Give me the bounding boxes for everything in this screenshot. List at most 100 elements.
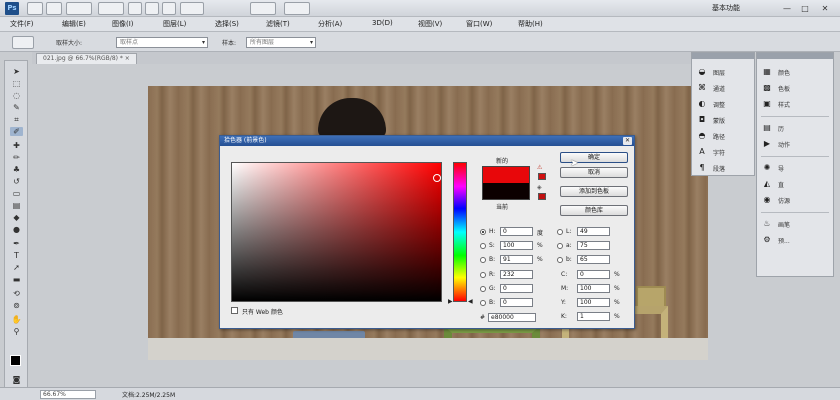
- dodge-tool-icon[interactable]: ●: [10, 225, 23, 234]
- zoom-field[interactable]: 66.67%: [40, 390, 96, 399]
- panel-item-styles[interactable]: ▣ 样式: [762, 98, 812, 110]
- maximize-icon[interactable]: □: [798, 3, 812, 14]
- cyan-input[interactable]: 0: [577, 270, 610, 279]
- blue-radio[interactable]: [480, 300, 486, 306]
- lab-a-radio[interactable]: [557, 243, 563, 249]
- quick-mask-icon[interactable]: ◙: [10, 375, 23, 384]
- sample-select[interactable]: 所有图层 ▾: [246, 37, 316, 48]
- hex-input[interactable]: e80000: [488, 313, 536, 322]
- panel-item-navigator[interactable]: ✺ 导: [762, 162, 812, 174]
- menu-file[interactable]: 文件(F): [10, 19, 34, 29]
- close-icon[interactable]: ✕: [818, 3, 832, 14]
- lab-l-input[interactable]: 49: [577, 227, 610, 236]
- crop-tool-icon[interactable]: ⌗: [10, 115, 23, 124]
- clone-stamp-tool-icon[interactable]: ♣: [10, 165, 23, 174]
- gradient-tool-icon[interactable]: ▤: [10, 201, 23, 210]
- panel-item-character[interactable]: A 字符: [697, 146, 747, 158]
- saturation-input[interactable]: 100: [500, 241, 533, 250]
- panel-item-brushes[interactable]: ♨ 画笔: [762, 218, 812, 230]
- red-radio[interactable]: [480, 272, 486, 278]
- hand-tool-icon[interactable]: [128, 2, 142, 15]
- panel-header[interactable]: [757, 53, 833, 59]
- red-input[interactable]: 232: [500, 270, 533, 279]
- hand-tool-icon[interactable]: ✋: [10, 315, 23, 324]
- view-extras-button[interactable]: [66, 2, 92, 15]
- move-tool-icon[interactable]: ➤: [10, 67, 23, 76]
- workspace-switcher[interactable]: 基本功能: [712, 3, 740, 13]
- hue-slider[interactable]: [453, 162, 467, 302]
- hue-radio[interactable]: [480, 229, 486, 235]
- menu-image[interactable]: 图像(I): [112, 19, 134, 29]
- quick-select-tool-icon[interactable]: ✎: [10, 103, 23, 112]
- panel-item-paths[interactable]: ◓ 路径: [697, 130, 747, 142]
- menu-analysis[interactable]: 分析(A): [318, 19, 342, 29]
- panel-item-masks[interactable]: ◘ 蒙版: [697, 114, 747, 126]
- blur-tool-icon[interactable]: ◆: [10, 213, 23, 222]
- hue-slider-arrow-icon[interactable]: ◀: [468, 298, 473, 305]
- panel-item-adjustments[interactable]: ◐ 调整: [697, 98, 747, 110]
- menu-window[interactable]: 窗口(W): [466, 19, 492, 29]
- menu-select[interactable]: 选择(S): [215, 19, 239, 29]
- panel-header[interactable]: [692, 53, 754, 59]
- menu-3d[interactable]: 3D(D): [372, 19, 393, 27]
- close-icon[interactable]: ✕: [623, 137, 632, 145]
- rotate-view-icon[interactable]: [162, 2, 176, 15]
- panel-item-tool-presets[interactable]: ⚙ 预...: [762, 234, 812, 246]
- web-colors-only-checkbox[interactable]: [231, 307, 238, 314]
- document-tab[interactable]: 021.jpg @ 66.7%(RGB/8) * ×: [36, 53, 137, 64]
- menu-edit[interactable]: 编辑(E): [62, 19, 86, 29]
- shape-tool-icon[interactable]: ▬: [10, 275, 23, 284]
- panel-item-paragraph[interactable]: ¶ 段落: [697, 162, 747, 174]
- history-brush-tool-icon[interactable]: ↺: [10, 177, 23, 186]
- menu-layer[interactable]: 图层(L): [163, 19, 186, 29]
- foreground-color-swatch[interactable]: [10, 355, 21, 366]
- magenta-input[interactable]: 100: [577, 284, 610, 293]
- zoom-tool-icon[interactable]: ⚲: [10, 327, 23, 336]
- path-select-tool-icon[interactable]: ➚: [10, 263, 23, 272]
- color-field-marker[interactable]: [433, 174, 441, 182]
- current-color-swatch[interactable]: [482, 183, 530, 200]
- panel-item-histogram[interactable]: ◭ 直: [762, 178, 812, 190]
- arrange-documents-button[interactable]: [250, 2, 276, 15]
- add-to-swatches-button[interactable]: 添加到色板: [560, 186, 628, 197]
- brightness-radio[interactable]: [480, 257, 486, 263]
- lab-l-radio[interactable]: [557, 229, 563, 235]
- panel-item-swatches[interactable]: ▩ 色板: [762, 82, 812, 94]
- type-tool-icon[interactable]: T: [10, 251, 23, 260]
- sample-size-select[interactable]: 取样点 ▾: [116, 37, 208, 48]
- hue-input[interactable]: 0: [500, 227, 533, 236]
- black-input[interactable]: 1: [577, 312, 610, 321]
- zoom-level-button[interactable]: [98, 2, 124, 15]
- not-web-safe-icon[interactable]: ◈: [537, 184, 545, 191]
- panel-item-color[interactable]: ▦ 颜色: [762, 66, 812, 78]
- brush-tool-icon[interactable]: ✏: [10, 153, 23, 162]
- hue-slider-arrow-icon[interactable]: ▶: [448, 298, 453, 305]
- screen-mode-button[interactable]: [284, 2, 310, 15]
- lab-b-input[interactable]: 65: [577, 255, 610, 264]
- panel-item-layers[interactable]: ◒ 图层: [697, 66, 747, 78]
- green-input[interactable]: 0: [500, 284, 533, 293]
- gamut-color-swatch[interactable]: [538, 173, 546, 180]
- mini-bridge-button[interactable]: [46, 2, 62, 15]
- 3d-rotate-tool-icon[interactable]: ⟲: [10, 289, 23, 298]
- color-libraries-button[interactable]: 颜色库: [560, 205, 628, 216]
- panel-item-channels[interactable]: ⌘ 通道: [697, 82, 747, 94]
- lasso-tool-icon[interactable]: ◌: [10, 91, 23, 100]
- eyedropper-tool-icon[interactable]: ✐: [10, 127, 23, 136]
- bridge-button[interactable]: [27, 2, 43, 15]
- healing-brush-tool-icon[interactable]: ✚: [10, 141, 23, 150]
- menu-filter[interactable]: 滤镜(T): [266, 19, 290, 29]
- panel-item-actions[interactable]: ▶ 动作: [762, 138, 812, 150]
- web-safe-color-swatch[interactable]: [538, 193, 546, 200]
- menu-help[interactable]: 帮助(H): [518, 19, 543, 29]
- pen-tool-icon[interactable]: ✒: [10, 239, 23, 248]
- panel-item-clone-source[interactable]: ◉ 仿源: [762, 194, 812, 206]
- menu-view[interactable]: 视图(V): [418, 19, 442, 29]
- saturation-radio[interactable]: [480, 243, 486, 249]
- grid-options-button[interactable]: [180, 2, 204, 15]
- green-radio[interactable]: [480, 286, 486, 292]
- yellow-input[interactable]: 100: [577, 298, 610, 307]
- panel-item-history[interactable]: ▤ 历: [762, 122, 812, 134]
- document-info[interactable]: 文档:2.25M/2.25M: [122, 390, 175, 399]
- zoom-tool-icon[interactable]: [145, 2, 159, 15]
